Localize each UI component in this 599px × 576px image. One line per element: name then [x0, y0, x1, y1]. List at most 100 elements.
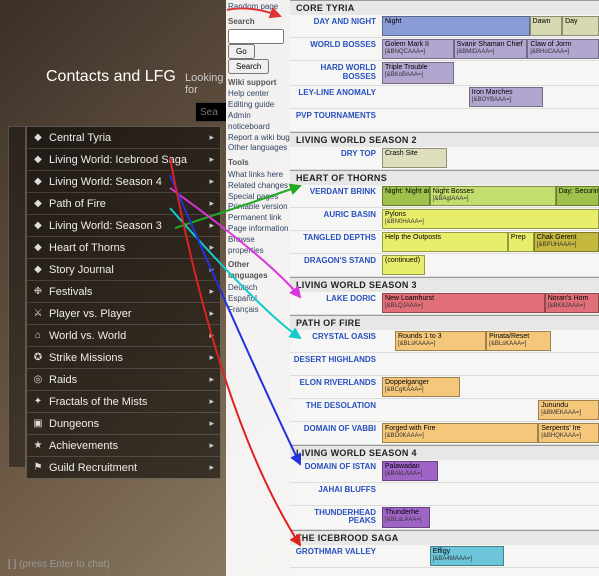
event-segment[interactable]: Dawn: [530, 16, 563, 36]
track-label[interactable]: LEY-LINE ANOMALY: [290, 86, 382, 108]
event-segment[interactable]: Day: Securing: [556, 186, 599, 206]
wiki-link[interactable]: Admin noticeboard: [228, 111, 290, 133]
event-segment[interactable]: Pylons[&BN0HAAA=]: [382, 209, 599, 229]
event-segment[interactable]: Doppelganger[&BCgKAAA=]: [382, 377, 460, 397]
menu-item-label: Living World: Icebrood Saga: [49, 154, 187, 166]
wiki-link[interactable]: Permanent link: [228, 213, 290, 224]
chevron-right-icon: ▸: [209, 396, 214, 407]
event-segment[interactable]: Claw of Jorm[&BHoCAAA=]: [527, 39, 599, 59]
event-segment[interactable]: Prep: [508, 232, 534, 252]
track-bar: Effigy[&BA4MAAA=]: [382, 545, 599, 567]
event-segment[interactable]: Effigy[&BA4MAAA=]: [430, 546, 504, 566]
event-segment[interactable]: Palawadan[&BAkLAAA=]: [382, 461, 438, 481]
wiki-link[interactable]: Other languages: [228, 143, 290, 154]
event-segment[interactable]: Night: [382, 16, 530, 36]
event-segment[interactable]: Help the Outposts: [382, 232, 508, 252]
wiki-search-button[interactable]: Search: [228, 59, 269, 74]
menu-item[interactable]: ◆Heart of Thorns▸: [27, 237, 220, 259]
event-segment[interactable]: Crash Site: [382, 148, 447, 168]
wiki-search-h: Search: [228, 17, 290, 28]
event-segment[interactable]: Noran's Hom[&BK8JAAA=]: [545, 293, 599, 313]
track-label[interactable]: CRYSTAL OASIS: [290, 330, 382, 352]
event-segment[interactable]: Golem Mark II[&BNQCAAA=]: [382, 39, 454, 59]
menu-item[interactable]: ⚑Guild Recruitment▸: [27, 457, 220, 478]
track-label[interactable]: AURIC BASIN: [290, 208, 382, 230]
event-segment[interactable]: Junundu[&BMEKAAA=]: [538, 400, 599, 420]
track-label[interactable]: TANGLED DEPTHS: [290, 231, 382, 253]
event-segment[interactable]: (continued): [382, 255, 425, 275]
track-label[interactable]: THE DESOLATION: [290, 399, 382, 421]
event-segment[interactable]: Night Bosses[&BAgIAAA=]: [430, 186, 556, 206]
wiki-link[interactable]: Editing guide: [228, 100, 290, 111]
track-label[interactable]: DOMAIN OF ISTAN: [290, 460, 382, 482]
menu-item[interactable]: ✦Fractals of the Mists▸: [27, 391, 220, 413]
track-label[interactable]: PVP TOURNAMENTS: [290, 109, 382, 131]
menu-item-label: Living World: Season 4: [49, 176, 162, 188]
event-segment[interactable]: Thunderhe[&BLsLAAA=]: [382, 507, 430, 529]
wiki-link[interactable]: Printable version: [228, 202, 290, 213]
wiki-link[interactable]: Help center: [228, 89, 290, 100]
menu-icon: ◆: [31, 220, 45, 231]
menu-item[interactable]: ◆Path of Fire▸: [27, 193, 220, 215]
event-segment[interactable]: Day: [562, 16, 599, 36]
wiki-random[interactable]: Random page: [228, 2, 290, 13]
track-label[interactable]: THUNDERHEAD PEAKS: [290, 506, 382, 530]
chat-bar[interactable]: [ ] (press Enter to chat): [8, 559, 110, 570]
menu-item[interactable]: ⚔Player vs. Player▸: [27, 303, 220, 325]
chevron-right-icon: ▸: [209, 286, 214, 297]
track-label[interactable]: DRY TOP: [290, 147, 382, 169]
menu-item[interactable]: ❉Festivals▸: [27, 281, 220, 303]
track-label[interactable]: DRAGON'S STAND: [290, 254, 382, 276]
track-label[interactable]: ELON RIVERLANDS: [290, 376, 382, 398]
track-label[interactable]: GROTHMAR VALLEY: [290, 545, 382, 567]
track-label[interactable]: LAKE DORIC: [290, 292, 382, 314]
track-label[interactable]: DESERT HIGHLANDS: [290, 353, 382, 375]
track-label[interactable]: WORLD BOSSES: [290, 38, 382, 60]
wiki-link[interactable]: Español: [228, 294, 290, 305]
wiki-link[interactable]: Français: [228, 305, 290, 316]
event-segment[interactable]: Serpents' Ire[&BHQKAAA=]: [538, 423, 599, 443]
event-segment[interactable]: Svanir Shaman Chief[&BMIDAAA=]: [454, 39, 528, 59]
wiki-link[interactable]: Report a wiki bug: [228, 133, 290, 144]
category-strip[interactable]: [8, 126, 26, 468]
event-segment[interactable]: Pinata/Reset[&BLsKAAA=]: [486, 331, 551, 351]
menu-item[interactable]: ✪Strike Missions▸: [27, 347, 220, 369]
wiki-link[interactable]: Special pages: [228, 192, 290, 203]
timeline-track: VERDANT BRINKNight: Night and the EnNigh…: [290, 185, 599, 208]
track-label[interactable]: DOMAIN OF VABBI: [290, 422, 382, 444]
chevron-right-icon: ▸: [209, 462, 214, 473]
wiki-link[interactable]: What links here: [228, 170, 290, 181]
chevron-right-icon: ▸: [209, 154, 214, 165]
menu-item[interactable]: ◎Raids▸: [27, 369, 220, 391]
wiki-link[interactable]: Related changes: [228, 181, 290, 192]
wiki-go-button[interactable]: Go: [228, 44, 255, 59]
event-segment[interactable]: Chak Gerent[&BPUHAAA=]: [534, 232, 599, 252]
event-segment[interactable]: Triple Trouble[&BKoBAAA=]: [382, 62, 454, 84]
event-timeline: CORE TYRIADAY AND NIGHTNightDawnDayWORLD…: [290, 0, 599, 576]
event-segment[interactable]: Rounds 1 to 3[&BLsKAAA=]: [395, 331, 486, 351]
menu-item[interactable]: ◆Living World: Icebrood Saga▸: [27, 149, 220, 171]
chevron-right-icon: ▸: [209, 308, 214, 319]
track-label[interactable]: DAY AND NIGHT: [290, 15, 382, 37]
event-segment[interactable]: Iron Marches[&BOYBAAA=]: [469, 87, 543, 107]
wiki-link[interactable]: Page information: [228, 224, 290, 235]
menu-item-label: Path of Fire: [49, 198, 106, 210]
wiki-search-input[interactable]: [228, 29, 284, 44]
menu-item[interactable]: ◆Living World: Season 4▸: [27, 171, 220, 193]
track-label[interactable]: VERDANT BRINK: [290, 185, 382, 207]
track-label[interactable]: JAHAI BLUFFS: [290, 483, 382, 505]
menu-item[interactable]: ▣Dungeons▸: [27, 413, 220, 435]
event-segment[interactable]: Night: Night and the En: [382, 186, 430, 206]
menu-item[interactable]: ★Achievements▸: [27, 435, 220, 457]
menu-item[interactable]: ◆Central Tyria▸: [27, 127, 220, 149]
event-segment[interactable]: Forged with Fire[&BO0KAAA=]: [382, 423, 538, 443]
menu-item[interactable]: ⌂World vs. World▸: [27, 325, 220, 347]
chevron-right-icon: ▸: [209, 176, 214, 187]
wiki-link[interactable]: Deutsch: [228, 283, 290, 294]
menu-item[interactable]: ◆Story Journal▸: [27, 259, 220, 281]
track-label[interactable]: HARD WORLD BOSSES: [290, 61, 382, 85]
panel-title: Contacts and LFG: [46, 68, 176, 86]
menu-item[interactable]: ◆Living World: Season 3▸: [27, 215, 220, 237]
wiki-link[interactable]: Browse properties: [228, 235, 290, 257]
event-segment[interactable]: New Loamhurst[&BLQJAAA=]: [382, 293, 545, 313]
